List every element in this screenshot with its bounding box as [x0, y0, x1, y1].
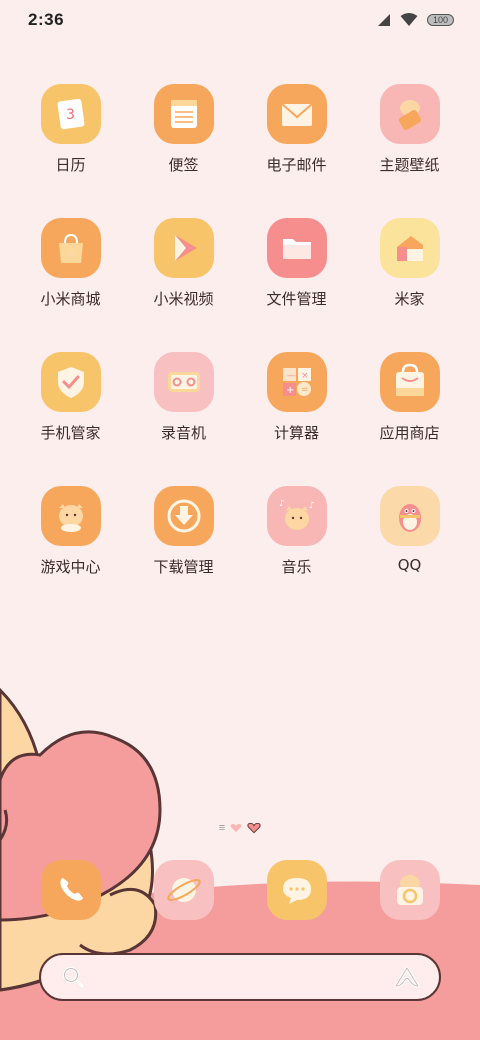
- app-download-manager[interactable]: 下载管理: [127, 486, 240, 577]
- messages-icon[interactable]: [266, 860, 327, 920]
- app-security[interactable]: 手机管家: [14, 352, 127, 443]
- status-time: 2:36: [28, 10, 65, 29]
- page-dot-heart-active-icon: [247, 822, 261, 834]
- app-label: 游戏中心: [40, 558, 101, 576]
- app-label: 小米视频: [153, 290, 214, 308]
- app-label: 应用商店: [379, 424, 440, 442]
- app-label: QQ: [397, 556, 422, 574]
- home-icon: [379, 218, 440, 278]
- app-email[interactable]: 电子邮件: [240, 84, 353, 175]
- app-label: 主题壁纸: [379, 156, 440, 174]
- dock: [0, 860, 480, 920]
- themes-icon: [379, 84, 440, 144]
- page-indicator[interactable]: ≡: [0, 822, 480, 834]
- svg-text:×: ×: [301, 371, 309, 381]
- svg-text:♪: ♪: [309, 501, 315, 511]
- app-notes[interactable]: 便签: [127, 84, 240, 175]
- calculator-icon: — × + =: [266, 352, 327, 412]
- app-file-manager[interactable]: 文件管理: [240, 218, 353, 309]
- video-play-icon: [153, 218, 214, 278]
- app-label: 文件管理: [266, 290, 327, 308]
- app-label: 米家: [394, 290, 425, 308]
- phone-icon[interactable]: [40, 860, 101, 920]
- app-mi-video[interactable]: 小米视频: [127, 218, 240, 309]
- cellular-signal-icon: [377, 14, 390, 26]
- battery-indicator: 100: [426, 14, 454, 26]
- app-calculator[interactable]: — × + = 计算器: [240, 352, 353, 443]
- search-icon[interactable]: [61, 965, 85, 989]
- app-recorder[interactable]: 录音机: [127, 352, 240, 443]
- app-label: 小米商城: [40, 290, 101, 308]
- folder-icon: [266, 218, 327, 278]
- app-label: 计算器: [273, 424, 319, 442]
- recorder-icon: [153, 352, 214, 412]
- app-music[interactable]: ♪ ♪ 音乐: [240, 486, 353, 577]
- search-bar[interactable]: [39, 953, 441, 1001]
- mi-store-icon: [40, 218, 101, 278]
- wifi-icon: [400, 13, 418, 26]
- browser-icon[interactable]: [153, 860, 214, 920]
- svg-text:—: —: [287, 371, 296, 381]
- app-app-store[interactable]: 应用商店: [353, 352, 466, 443]
- app-game-center[interactable]: 游戏中心: [14, 486, 127, 577]
- email-icon: [266, 84, 327, 144]
- svg-text:♪: ♪: [279, 499, 285, 509]
- calendar-icon: 3: [40, 84, 101, 144]
- game-center-icon: [40, 486, 101, 546]
- app-label: 电子邮件: [266, 156, 327, 174]
- app-label: 下载管理: [153, 558, 214, 576]
- app-store-icon: [379, 352, 440, 412]
- app-qq[interactable]: QQ: [353, 486, 466, 577]
- notes-icon: [153, 84, 214, 144]
- shield-icon: [40, 352, 101, 412]
- status-icons: 100: [377, 13, 454, 27]
- download-icon: [153, 486, 214, 546]
- app-label: 日历: [55, 156, 86, 174]
- app-label: 便签: [168, 156, 199, 174]
- svg-text:=: =: [301, 385, 309, 395]
- menu-lines-icon: ≡: [218, 822, 226, 834]
- music-icon: ♪ ♪: [266, 486, 327, 546]
- qq-penguin-icon: [379, 486, 440, 546]
- svg-text:3: 3: [66, 107, 75, 123]
- camera-icon[interactable]: [379, 860, 440, 920]
- app-calendar[interactable]: 3 日历: [14, 84, 127, 175]
- app-grid: 3 日历 便签 电子邮件 主题壁纸 小米商城 小米视频 文件管理 米家 手机管家…: [0, 84, 480, 577]
- voice-assistant-icon[interactable]: [393, 965, 421, 989]
- app-label: 手机管家: [40, 424, 101, 442]
- app-label: 音乐: [281, 558, 312, 576]
- page-dot-heart-icon: [230, 824, 242, 832]
- app-mi-home[interactable]: 米家: [353, 218, 466, 309]
- svg-text:+: +: [286, 385, 294, 396]
- app-label: 录音机: [160, 424, 206, 442]
- status-bar: 2:36 100: [0, 0, 480, 40]
- app-mi-store[interactable]: 小米商城: [14, 218, 127, 309]
- app-themes[interactable]: 主题壁纸: [353, 84, 466, 175]
